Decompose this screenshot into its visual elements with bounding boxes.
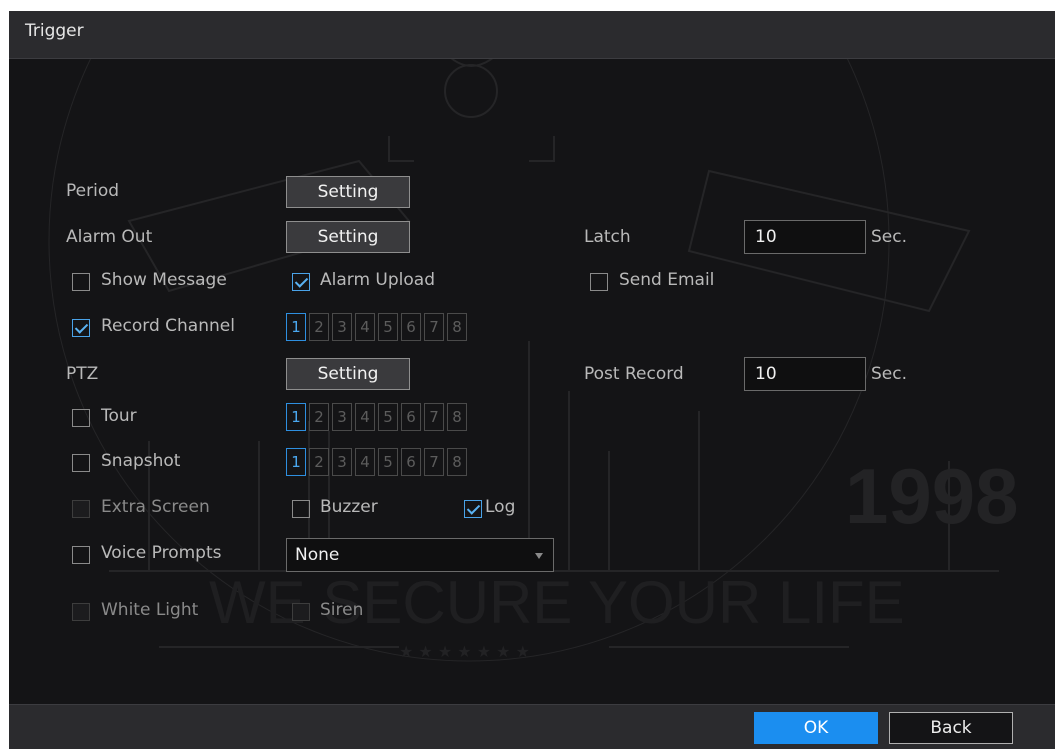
snapshot-channel-7[interactable]: 7: [424, 448, 444, 476]
white-light-checkbox: [72, 603, 90, 621]
snapshot-channel-8[interactable]: 8: [447, 448, 467, 476]
buzzer-checkbox[interactable]: [292, 500, 310, 518]
watermark-year: 1998: [845, 452, 1019, 540]
record-channel-checkbox[interactable]: [72, 319, 90, 337]
record-channel-6[interactable]: 6: [401, 313, 421, 341]
voice-prompts-checkbox[interactable]: [72, 546, 90, 564]
show-message-checkbox[interactable]: [72, 273, 90, 291]
tour-channel-selector: 1 2 3 4 5 6 7 8: [286, 403, 467, 431]
alarm-out-label: Alarm Out: [66, 227, 153, 247]
siren-checkbox: [292, 603, 310, 621]
alarm-out-setting-button[interactable]: Setting: [286, 221, 410, 253]
show-message-label: Show Message: [101, 270, 227, 290]
tour-channel-3[interactable]: 3: [332, 403, 352, 431]
snapshot-channel-3[interactable]: 3: [332, 448, 352, 476]
latch-input[interactable]: 10: [744, 220, 866, 254]
voice-prompts-label: Voice Prompts: [101, 543, 222, 563]
tour-channel-6[interactable]: 6: [401, 403, 421, 431]
record-channel-2[interactable]: 2: [309, 313, 329, 341]
title-bar: Trigger: [9, 11, 1055, 59]
send-email-label: Send Email: [619, 270, 715, 290]
watermark-slogan: WE SECURE YOUR LIFE: [209, 569, 905, 636]
tour-label: Tour: [101, 406, 137, 426]
ptz-setting-button[interactable]: Setting: [286, 358, 410, 390]
ptz-label: PTZ: [66, 364, 99, 384]
voice-prompts-select[interactable]: None: [286, 538, 554, 572]
voice-prompts-selected: None: [295, 545, 340, 565]
extra-screen-label: Extra Screen: [101, 497, 210, 517]
tour-channel-1[interactable]: 1: [286, 403, 306, 431]
tour-channel-8[interactable]: 8: [447, 403, 467, 431]
send-email-checkbox[interactable]: [590, 273, 608, 291]
buzzer-label: Buzzer: [320, 497, 378, 517]
extra-screen-checkbox: [72, 500, 90, 518]
period-setting-button[interactable]: Setting: [286, 176, 410, 208]
dialog-title: Trigger: [25, 21, 84, 41]
post-record-unit: Sec.: [871, 364, 908, 384]
snapshot-channel-selector: 1 2 3 4 5 6 7 8: [286, 448, 467, 476]
alarm-upload-label: Alarm Upload: [320, 270, 435, 290]
record-channel-4[interactable]: 4: [355, 313, 375, 341]
tour-channel-7[interactable]: 7: [424, 403, 444, 431]
record-channel-label: Record Channel: [101, 316, 235, 336]
tour-channel-4[interactable]: 4: [355, 403, 375, 431]
chevron-down-icon: [535, 553, 543, 559]
snapshot-channel-2[interactable]: 2: [309, 448, 329, 476]
post-record-input[interactable]: 10: [744, 357, 866, 391]
watermark-stars: ★ ★ ★ ★ ★ ★ ★: [399, 642, 530, 661]
ok-button[interactable]: OK: [754, 712, 878, 744]
trigger-dialog: 1998 WE SECURE YOUR LIFE ★ ★ ★ ★ ★ ★ ★ T…: [9, 11, 1055, 749]
alarm-upload-checkbox[interactable]: [292, 273, 310, 291]
white-light-label: White Light: [101, 600, 199, 620]
post-record-label: Post Record: [584, 364, 684, 384]
record-channel-7[interactable]: 7: [424, 313, 444, 341]
tour-checkbox[interactable]: [72, 409, 90, 427]
record-channel-5[interactable]: 5: [378, 313, 398, 341]
siren-label: Siren: [320, 600, 364, 620]
latch-unit: Sec.: [871, 227, 908, 247]
snapshot-channel-6[interactable]: 6: [401, 448, 421, 476]
period-label: Period: [66, 181, 120, 201]
latch-label: Latch: [584, 227, 631, 247]
record-channel-selector: 1 2 3 4 5 6 7 8: [286, 313, 467, 341]
record-channel-8[interactable]: 8: [447, 313, 467, 341]
snapshot-channel-4[interactable]: 4: [355, 448, 375, 476]
log-label: Log: [485, 497, 516, 517]
record-channel-3[interactable]: 3: [332, 313, 352, 341]
record-channel-1[interactable]: 1: [286, 313, 306, 341]
snapshot-channel-5[interactable]: 5: [378, 448, 398, 476]
back-button[interactable]: Back: [889, 712, 1013, 744]
log-checkbox[interactable]: [464, 500, 482, 518]
snapshot-label: Snapshot: [101, 451, 181, 471]
snapshot-channel-1[interactable]: 1: [286, 448, 306, 476]
footer-bar: OK Back: [9, 704, 1055, 749]
tour-channel-5[interactable]: 5: [378, 403, 398, 431]
snapshot-checkbox[interactable]: [72, 454, 90, 472]
tour-channel-2[interactable]: 2: [309, 403, 329, 431]
